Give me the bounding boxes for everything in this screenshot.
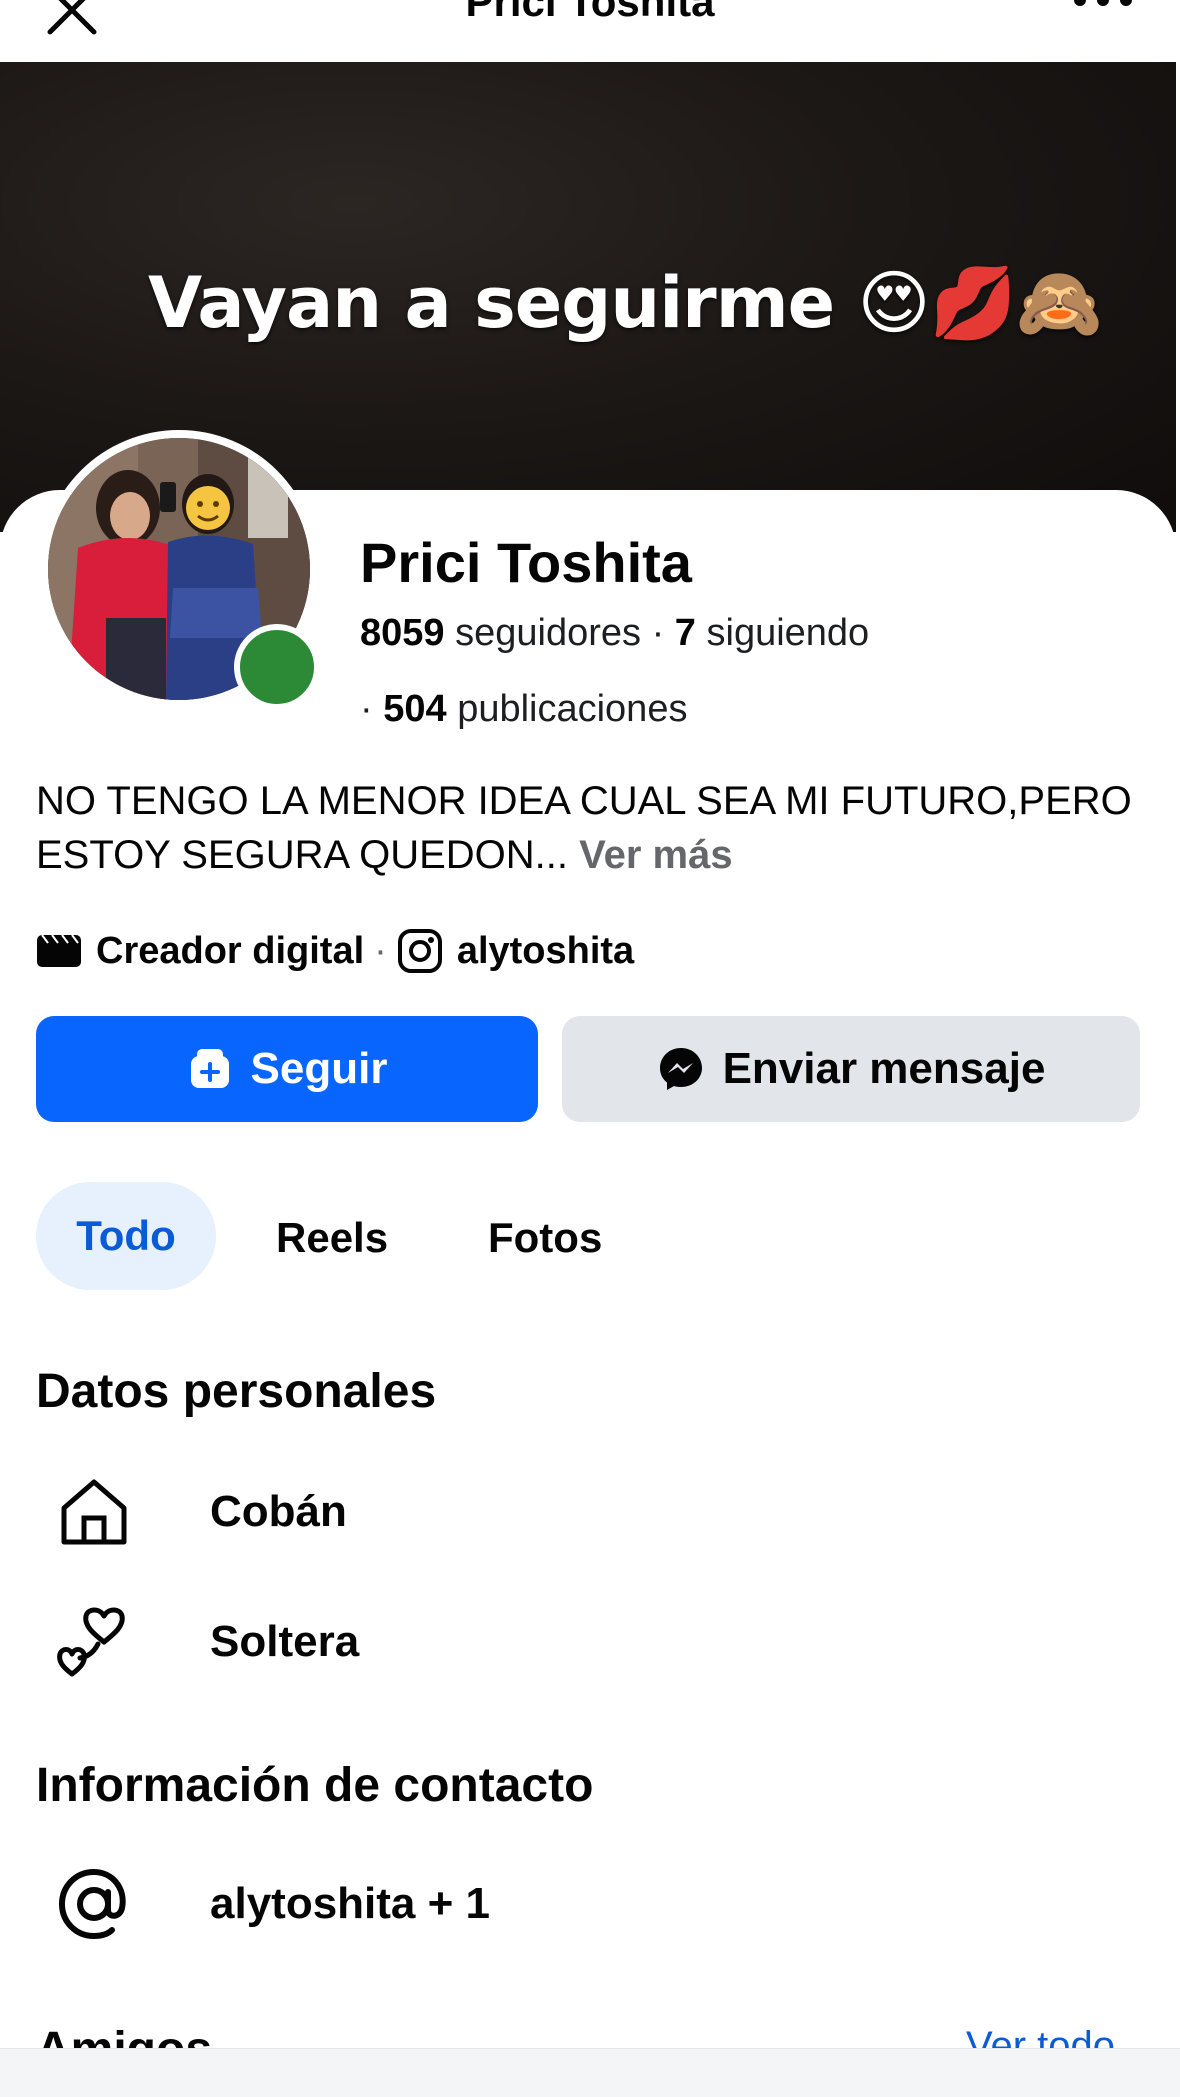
stats-separator: ·: [651, 612, 675, 654]
city-row: Cobán: [48, 1466, 347, 1558]
follow-label: Seguir: [250, 1044, 388, 1093]
more-horizontal-icon: [1074, 0, 1132, 6]
online-status-dot: [234, 624, 320, 710]
page-title: Prici Toshita: [465, 0, 715, 25]
follow-button[interactable]: Seguir: [36, 1016, 538, 1122]
message-button[interactable]: Enviar mensaje: [562, 1016, 1140, 1122]
followers-label[interactable]: seguidores: [455, 612, 641, 654]
posts-count: 504: [383, 688, 447, 730]
more-button[interactable]: [1068, 0, 1138, 14]
contact-text: alytoshita + 1: [210, 1879, 491, 1928]
cover-caption: Vayan a seguirme 😍💋🙈: [148, 262, 1103, 344]
friends-section: Amigos Ver todo: [0, 2000, 1180, 2048]
following-label[interactable]: siguiendo: [707, 612, 870, 654]
followers-count[interactable]: 8059: [360, 612, 445, 654]
home-icon: [48, 1466, 140, 1558]
clapperboard-icon: [37, 934, 81, 967]
category-label: Creador digital: [96, 929, 365, 972]
messenger-icon: [657, 1045, 705, 1093]
instagram-handle[interactable]: alytoshita: [457, 930, 634, 973]
category-separator: ·: [374, 929, 387, 972]
contact-info-title: Información de contacto: [36, 1759, 594, 1812]
profile-name: Prici Toshita: [360, 531, 692, 594]
bio: NO TENGO LA MENOR IDEA CUAL SEA MI FUTUR…: [36, 774, 1146, 882]
personal-details-title: Datos personales: [36, 1365, 437, 1418]
at-sign-icon: [48, 1858, 140, 1950]
relationship-text: Soltera: [210, 1617, 360, 1666]
see-more-link[interactable]: Ver más: [579, 833, 732, 877]
tab-all[interactable]: Todo: [36, 1182, 216, 1290]
stats-separator: ·: [360, 688, 384, 730]
tab-reels[interactable]: Reels: [276, 1214, 388, 1262]
city-text: Cobán: [210, 1487, 347, 1536]
profile-stats: 8059 seguidores · 7 siguiendo: [360, 612, 869, 655]
instagram-icon: [397, 929, 442, 973]
cover-edge: [1176, 62, 1180, 532]
tab-photos[interactable]: Fotos: [488, 1214, 602, 1262]
add-friend-icon: [187, 1046, 233, 1092]
hearts-icon: [48, 1596, 140, 1688]
relationship-row: Soltera: [48, 1596, 359, 1688]
message-label: Enviar mensaje: [722, 1044, 1046, 1093]
category-row: Creador digital · alytoshita: [36, 926, 634, 976]
contact-row[interactable]: alytoshita + 1: [48, 1858, 490, 1950]
following-count[interactable]: 7: [675, 612, 696, 654]
posts-stats: · 504 publicaciones: [360, 688, 687, 731]
friends-title: Amigos: [36, 2022, 212, 2048]
bottom-bar: [0, 2048, 1180, 2097]
posts-label: publicaciones: [457, 688, 688, 730]
top-bar: Prici Toshita: [0, 0, 1180, 62]
see-all-friends-link[interactable]: Ver todo: [966, 2024, 1115, 2048]
